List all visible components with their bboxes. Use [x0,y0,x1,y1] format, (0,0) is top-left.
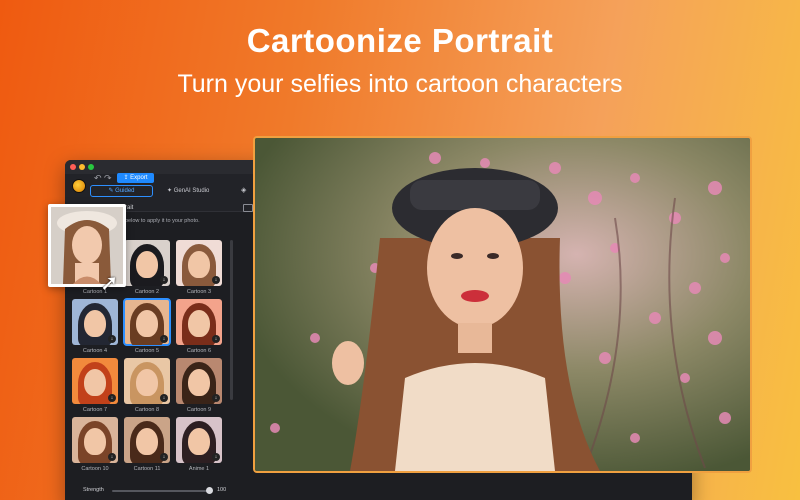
panel-title: rait [125,205,134,211]
style-thumbnail: ↓ [124,358,170,404]
style-label: Cartoon 2 [134,289,160,295]
download-icon[interactable]: ↓ [160,394,168,402]
style-item[interactable]: ↓ Cartoon 4 [72,299,118,354]
download-icon[interactable]: ↓ [160,276,168,284]
style-label: Cartoon 11 [133,466,161,472]
style-item[interactable]: ↓ Cartoon 5 [123,298,171,354]
style-item[interactable]: ↓ Cartoon 10 [72,417,118,472]
style-thumbnail: ↓ [72,358,118,404]
tab-genai-studio[interactable]: ✦ GenAI Studio [167,187,209,194]
panel-hint: below to apply it to your photo. [125,218,200,224]
strength-slider-handle[interactable] [206,487,213,494]
style-label: Cartoon 4 [82,348,108,354]
style-thumbnail: ↓ [72,417,118,463]
close-window-button[interactable] [70,164,76,170]
app-logo [72,179,86,193]
upload-icon: ⇪ [123,175,129,181]
download-icon[interactable]: ↓ [160,335,168,343]
style-label: Cartoon 10 [81,466,109,472]
strength-value: 100 [217,487,227,493]
download-icon[interactable]: ↓ [212,394,220,402]
style-item[interactable]: ↓ Cartoon 3 [176,240,222,295]
style-item[interactable]: ↓ Cartoon 8 [124,358,170,413]
style-item[interactable]: ↓ Anime 1 [176,417,222,472]
hero-title: Cartoonize Portrait [246,22,554,59]
export-button-label: Export [130,175,148,181]
style-thumbnail: ↓ [176,417,222,463]
style-list-scrollbar[interactable] [230,240,233,400]
style-label: Cartoon 5 [134,348,160,354]
sparkle-icon: ✦ [167,188,173,194]
maximize-window-button[interactable] [88,164,94,170]
download-icon[interactable]: ↓ [108,394,116,402]
undo-icon[interactable]: ↶ [94,173,102,184]
style-label: Cartoon 9 [186,407,212,413]
style-label: Cartoon 7 [82,407,108,413]
style-thumbnail: ↓ [123,298,171,346]
strength-label: Strength [83,487,104,493]
download-icon[interactable]: ↓ [212,335,220,343]
style-thumbnail: ↓ [176,299,222,345]
style-thumbnail: ↓ [124,240,170,286]
magic-wand-icon: ✎ [108,188,114,194]
cartoon-preview-image [253,136,752,473]
style-item[interactable]: ↓ Cartoon 2 [124,240,170,295]
cursor-arrow-icon: ➚ [100,270,119,295]
style-item[interactable]: ↓ Cartoon 7 [72,358,118,413]
style-item[interactable]: ↓ Cartoon 9 [176,358,222,413]
download-icon[interactable]: ↓ [212,276,220,284]
tab-guided-label: Guided [115,188,135,194]
redo-icon[interactable]: ↷ [104,173,112,184]
style-thumbnail: ↓ [176,358,222,404]
style-thumbnail: ↓ [176,240,222,286]
download-icon[interactable]: ↓ [108,335,116,343]
download-icon[interactable]: ↓ [160,453,168,461]
style-thumbnail: ↓ [124,417,170,463]
hero-subtitle: Turn your selfies into cartoon character… [177,70,623,98]
download-icon[interactable]: ↓ [212,453,220,461]
sidebar-toggle-icon[interactable] [243,204,253,212]
cartoon-portrait-illustration [255,138,750,471]
style-label: Anime 1 [188,466,210,472]
style-item[interactable]: ↓ Cartoon 6 [176,299,222,354]
style-label: Cartoon 3 [186,289,212,295]
export-button[interactable]: ⇪ Export [117,173,154,183]
layers-icon[interactable]: ◈ [241,186,246,194]
style-item[interactable]: ↓ Cartoon 11 [124,417,170,472]
tab-genai-studio-label: GenAI Studio [173,188,210,194]
style-label: Cartoon 6 [186,348,212,354]
style-thumbnail: ↓ [72,299,118,345]
minimize-window-button[interactable] [79,164,85,170]
style-label: Cartoon 8 [134,407,160,413]
strength-slider[interactable] [112,490,212,492]
tab-guided[interactable]: ✎ Guided [90,185,153,197]
download-icon[interactable]: ↓ [108,453,116,461]
